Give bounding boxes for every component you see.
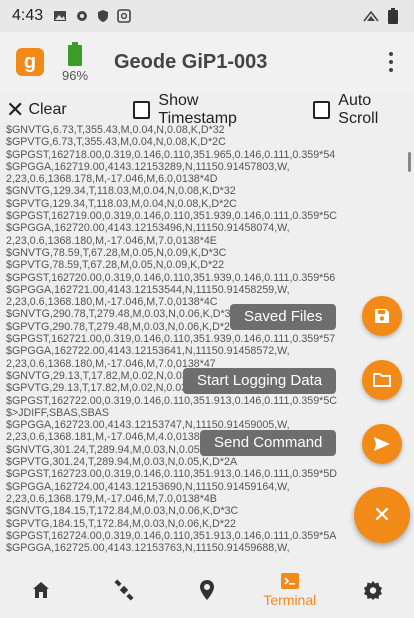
terminal-line: $GPGGA,162721.00,4143.12153544,N,11150.9… xyxy=(6,283,290,296)
clear-button[interactable]: ✕ Clear xyxy=(6,99,67,121)
show-timestamp-label: Show Timestamp xyxy=(158,92,237,127)
clear-label: Clear xyxy=(28,101,67,118)
home-icon xyxy=(33,582,50,598)
terminal-line: $GPGST,162722.00,0.319,0.146,0.110,351.9… xyxy=(6,394,337,407)
scrollbar-thumb[interactable] xyxy=(408,152,411,172)
device-battery: 96% xyxy=(58,41,92,83)
terminal-line: $GPGGA,162722.00,4143.12153641,N,11150.9… xyxy=(6,345,290,358)
terminal-line: $GPGST,162724.00,0.319,0.146,0.110,351.9… xyxy=(6,529,337,542)
terminal-line: $GPGST,162719.00,0.319,0.146,0.110,351.9… xyxy=(6,210,337,223)
shield-icon xyxy=(98,10,109,22)
nav-terminal[interactable]: Terminal xyxy=(248,562,331,618)
terminal-line: $GPGST,162718.00,0.319,0.146,0.110,351.9… xyxy=(6,148,336,161)
close-icon: ✕ xyxy=(6,97,25,122)
start-logging-button[interactable] xyxy=(362,360,402,400)
saved-files-label[interactable]: Saved Files xyxy=(230,304,337,330)
terminal-line: 2,23,0.6,1368.179,M,-17.046,M,7.0,0138*4… xyxy=(6,492,217,505)
close-icon: ✕ xyxy=(372,502,392,527)
terminal-toolbar: ✕ Clear Show Timestamp Auto Scroll xyxy=(0,92,414,127)
nav-home[interactable] xyxy=(0,562,83,618)
terminal-line: 2,23,0.6,1368.180,M,-17.046,M,7.0,0138*4… xyxy=(6,296,218,309)
terminal-line: $GPVTG,6.73,T,355.43,M,0.04,N,0.08,K,D*2… xyxy=(6,136,226,149)
terminal-line: $GNVTG,129.34,T,118.03,M,0.04,N,0.08,K,D… xyxy=(6,185,236,198)
nav-terminal-label: Terminal xyxy=(263,592,317,608)
battery-status-icon xyxy=(388,8,398,24)
terminal-line: $GPGGA,162725.00,4143.12153763,N,11150.9… xyxy=(6,542,290,554)
terminal-line: $GPVTG,290.78,T,279.48,M,0.03,N,0.06,K,D… xyxy=(6,320,236,333)
nav-settings[interactable] xyxy=(331,562,414,618)
terminal-line: 2,23,0.6,1368.180,M,-17.046,M,7.0,0138*4… xyxy=(6,234,217,247)
app-header: g 96% Geode GiP1-003 xyxy=(0,32,414,92)
start-logging-label[interactable]: Start Logging Data xyxy=(183,368,337,394)
terminal-line: $GPGGA,162719.00,4143.12153289,N,11150.9… xyxy=(6,160,290,173)
terminal-line: $GPGST,162720.00,0.319,0.146,0.110,351.9… xyxy=(6,271,336,284)
status-bar: 4:43 xyxy=(0,0,414,32)
terminal-line: 2,23,0.6,1368.178,M,-17.046,M,6.0,0138*4… xyxy=(6,173,218,186)
nav-satellite[interactable] xyxy=(83,562,166,618)
auto-scroll-checkbox[interactable] xyxy=(312,101,331,119)
terminal-line: $GPVTG,301.24,T,289.94,M,0.03,N,0.05,K,D… xyxy=(6,456,238,469)
terminal-line: $GPGGA,162720.00,4143.12153496,N,11150.9… xyxy=(6,222,290,235)
terminal-line: $GPVTG,129.34,T,118.03,M,0.04,N,0.08,K,D… xyxy=(6,197,237,210)
satellite-icon xyxy=(114,579,134,601)
terminal-line: $GPVTG,78.59,T,67.28,M,0.05,N,0.09,K,D*2… xyxy=(6,259,225,272)
geode-notification-icon xyxy=(117,9,131,23)
terminal-line: $GNVTG,184.15,T,172.84,M,0.03,N,0.06,K,D… xyxy=(6,505,239,518)
terminal-line: $GNVTG,78.59,T,67.28,M,0.05,N,0.09,K,D*3… xyxy=(6,246,227,259)
gear-icon xyxy=(363,581,382,600)
battery-icon xyxy=(68,41,82,66)
show-timestamp-toggle[interactable]: Show Timestamp xyxy=(132,92,279,128)
terminal-line: $GPGST,162723.00,0.319,0.146,0.110,351.9… xyxy=(6,468,337,481)
send-icon xyxy=(374,437,390,451)
terminal-line: $GNVTG,290.78,T,279.48,M,0.03,N,0.06,K,D… xyxy=(6,308,237,321)
location-pin-icon xyxy=(199,580,214,600)
network-icon xyxy=(363,10,379,22)
app-logo: g xyxy=(16,48,44,76)
send-command-label[interactable]: Send Command xyxy=(200,430,337,456)
device-name: Geode GiP1-003 xyxy=(114,50,268,73)
terminal-icon xyxy=(280,573,299,589)
settings-icon xyxy=(77,11,88,21)
battery-percentage: 96% xyxy=(61,67,89,83)
status-time: 4:43 xyxy=(12,7,44,24)
terminal-line: $GPVTG,184.15,T,172.84,M,0.03,N,0.06,K,D… xyxy=(6,517,236,530)
close-fab-button[interactable]: ✕ xyxy=(354,487,410,543)
bottom-navigation: Terminal xyxy=(0,562,414,618)
auto-scroll-toggle[interactable]: Auto Scroll xyxy=(312,92,414,128)
show-timestamp-checkbox[interactable] xyxy=(132,101,151,119)
send-command-button[interactable] xyxy=(362,424,402,464)
overflow-menu-icon[interactable] xyxy=(382,50,400,74)
image-icon xyxy=(54,11,67,21)
nav-location[interactable] xyxy=(166,562,249,618)
folder-icon xyxy=(373,373,391,387)
saved-files-button[interactable] xyxy=(362,296,402,336)
terminal-line: $GNVTG,6.73,T,355.43,M,0.04,N,0.08,K,D*3… xyxy=(6,124,225,136)
terminal-line: $GPGGA,162724.00,4143.12153690,N,11150.9… xyxy=(6,480,290,493)
save-icon xyxy=(375,309,389,323)
terminal-line: $GPGST,162721.00,0.319,0.146,0.110,351.9… xyxy=(6,333,336,346)
terminal-output[interactable]: $GNVTG,6.73,T,355.43,M,0.04,N,0.08,K,D*3… xyxy=(6,124,402,554)
terminal-line: $>JDIFF,SBAS,SBAS xyxy=(6,406,110,419)
auto-scroll-label: Auto Scroll xyxy=(338,92,379,127)
